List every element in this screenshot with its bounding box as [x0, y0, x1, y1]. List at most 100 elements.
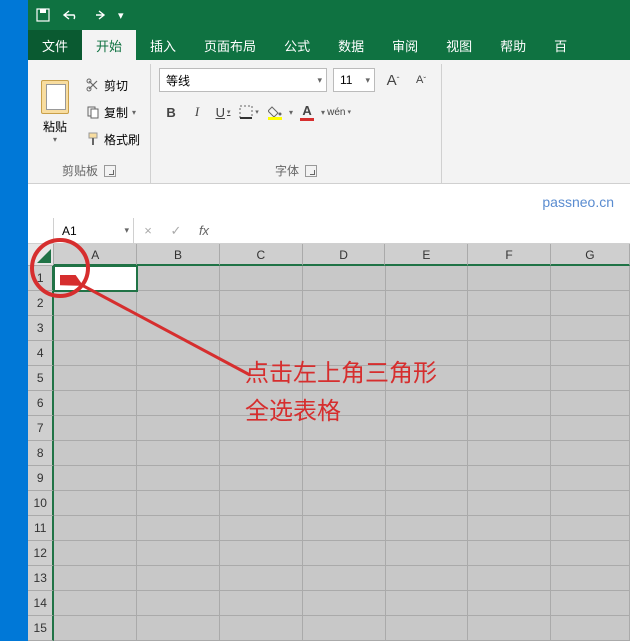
row-header-8[interactable]: 8: [28, 441, 54, 466]
cell-E8[interactable]: [386, 441, 469, 466]
column-header-D[interactable]: D: [303, 244, 386, 266]
save-icon[interactable]: [36, 8, 50, 22]
cell-E7[interactable]: [386, 416, 469, 441]
cell-G7[interactable]: [551, 416, 630, 441]
cell-D4[interactable]: [303, 341, 386, 366]
cell-G14[interactable]: [551, 591, 630, 616]
font-size-select[interactable]: 11▾: [333, 68, 375, 92]
cell-C10[interactable]: [220, 491, 303, 516]
copy-button[interactable]: 复制 ▾: [82, 100, 144, 125]
row-header-11[interactable]: 11: [28, 516, 54, 541]
row-header-14[interactable]: 14: [28, 591, 54, 616]
cell-G13[interactable]: [551, 566, 630, 591]
cell-F2[interactable]: [468, 291, 551, 316]
cell-A5[interactable]: [54, 366, 137, 391]
underline-button[interactable]: U▾: [211, 100, 235, 124]
decrease-font-button[interactable]: Aˇ: [409, 68, 433, 92]
fill-color-dd[interactable]: ▾: [289, 108, 293, 117]
cell-A1[interactable]: [54, 266, 137, 291]
column-header-C[interactable]: C: [220, 244, 303, 266]
font-launcher[interactable]: [305, 165, 317, 177]
cell-F7[interactable]: [468, 416, 551, 441]
cell-A15[interactable]: [54, 616, 137, 641]
cell-A7[interactable]: [54, 416, 137, 441]
cell-A8[interactable]: [54, 441, 137, 466]
cell-D10[interactable]: [303, 491, 386, 516]
cell-B9[interactable]: [137, 466, 220, 491]
tab-view[interactable]: 视图: [432, 30, 486, 60]
cell-B11[interactable]: [137, 516, 220, 541]
cell-C2[interactable]: [220, 291, 303, 316]
tab-layout[interactable]: 页面布局: [190, 30, 270, 60]
row-header-1[interactable]: 1: [28, 266, 54, 291]
cell-B4[interactable]: [137, 341, 220, 366]
cancel-button[interactable]: ×: [134, 223, 162, 238]
column-header-B[interactable]: B: [137, 244, 220, 266]
cell-F5[interactable]: [468, 366, 551, 391]
fx-button[interactable]: fx: [190, 223, 218, 238]
cell-A12[interactable]: [54, 541, 137, 566]
cell-E1[interactable]: [386, 266, 469, 291]
cell-F15[interactable]: [468, 616, 551, 641]
cell-E3[interactable]: [386, 316, 469, 341]
cell-G3[interactable]: [551, 316, 630, 341]
cell-E5[interactable]: [386, 366, 469, 391]
cell-G1[interactable]: [551, 266, 630, 291]
cell-B7[interactable]: [137, 416, 220, 441]
cell-A10[interactable]: [54, 491, 137, 516]
cell-C11[interactable]: [220, 516, 303, 541]
cell-A2[interactable]: [54, 291, 137, 316]
cell-D15[interactable]: [303, 616, 386, 641]
cell-F1[interactable]: [468, 266, 551, 291]
cell-B15[interactable]: [137, 616, 220, 641]
cell-A13[interactable]: [54, 566, 137, 591]
bold-button[interactable]: B: [159, 100, 183, 124]
tab-data[interactable]: 数据: [324, 30, 378, 60]
cell-C9[interactable]: [220, 466, 303, 491]
column-header-A[interactable]: A: [54, 244, 137, 266]
cell-B6[interactable]: [137, 391, 220, 416]
italic-button[interactable]: I: [185, 100, 209, 124]
column-header-E[interactable]: E: [385, 244, 468, 266]
cell-B8[interactable]: [137, 441, 220, 466]
cell-D5[interactable]: [303, 366, 386, 391]
cell-B1[interactable]: [137, 266, 220, 291]
select-all-triangle[interactable]: [28, 244, 54, 266]
cell-D1[interactable]: [303, 266, 386, 291]
row-header-12[interactable]: 12: [28, 541, 54, 566]
tab-file[interactable]: 文件: [28, 30, 82, 60]
cell-B10[interactable]: [137, 491, 220, 516]
tab-formula[interactable]: 公式: [270, 30, 324, 60]
cell-D6[interactable]: [303, 391, 386, 416]
cell-G5[interactable]: [551, 366, 630, 391]
cell-B12[interactable]: [137, 541, 220, 566]
cell-F11[interactable]: [468, 516, 551, 541]
cell-B2[interactable]: [137, 291, 220, 316]
cell-B14[interactable]: [137, 591, 220, 616]
cell-E2[interactable]: [386, 291, 469, 316]
row-header-9[interactable]: 9: [28, 466, 54, 491]
qat-more[interactable]: ▾: [118, 9, 124, 22]
cell-E12[interactable]: [386, 541, 469, 566]
cell-C7[interactable]: [220, 416, 303, 441]
increase-font-button[interactable]: Aˆ: [381, 68, 405, 92]
cell-G4[interactable]: [551, 341, 630, 366]
cell-E11[interactable]: [386, 516, 469, 541]
cell-G8[interactable]: [551, 441, 630, 466]
cell-C8[interactable]: [220, 441, 303, 466]
row-header-6[interactable]: 6: [28, 391, 54, 416]
cell-C15[interactable]: [220, 616, 303, 641]
cell-G10[interactable]: [551, 491, 630, 516]
cell-F12[interactable]: [468, 541, 551, 566]
tab-home[interactable]: 开始: [82, 30, 136, 60]
cell-D9[interactable]: [303, 466, 386, 491]
clipboard-launcher[interactable]: [104, 165, 116, 177]
cell-C6[interactable]: [220, 391, 303, 416]
redo-icon[interactable]: [92, 9, 106, 21]
cell-C14[interactable]: [220, 591, 303, 616]
cell-C4[interactable]: [220, 341, 303, 366]
cell-E6[interactable]: [386, 391, 469, 416]
cell-G6[interactable]: [551, 391, 630, 416]
cell-A11[interactable]: [54, 516, 137, 541]
fill-color-button[interactable]: [263, 100, 287, 124]
